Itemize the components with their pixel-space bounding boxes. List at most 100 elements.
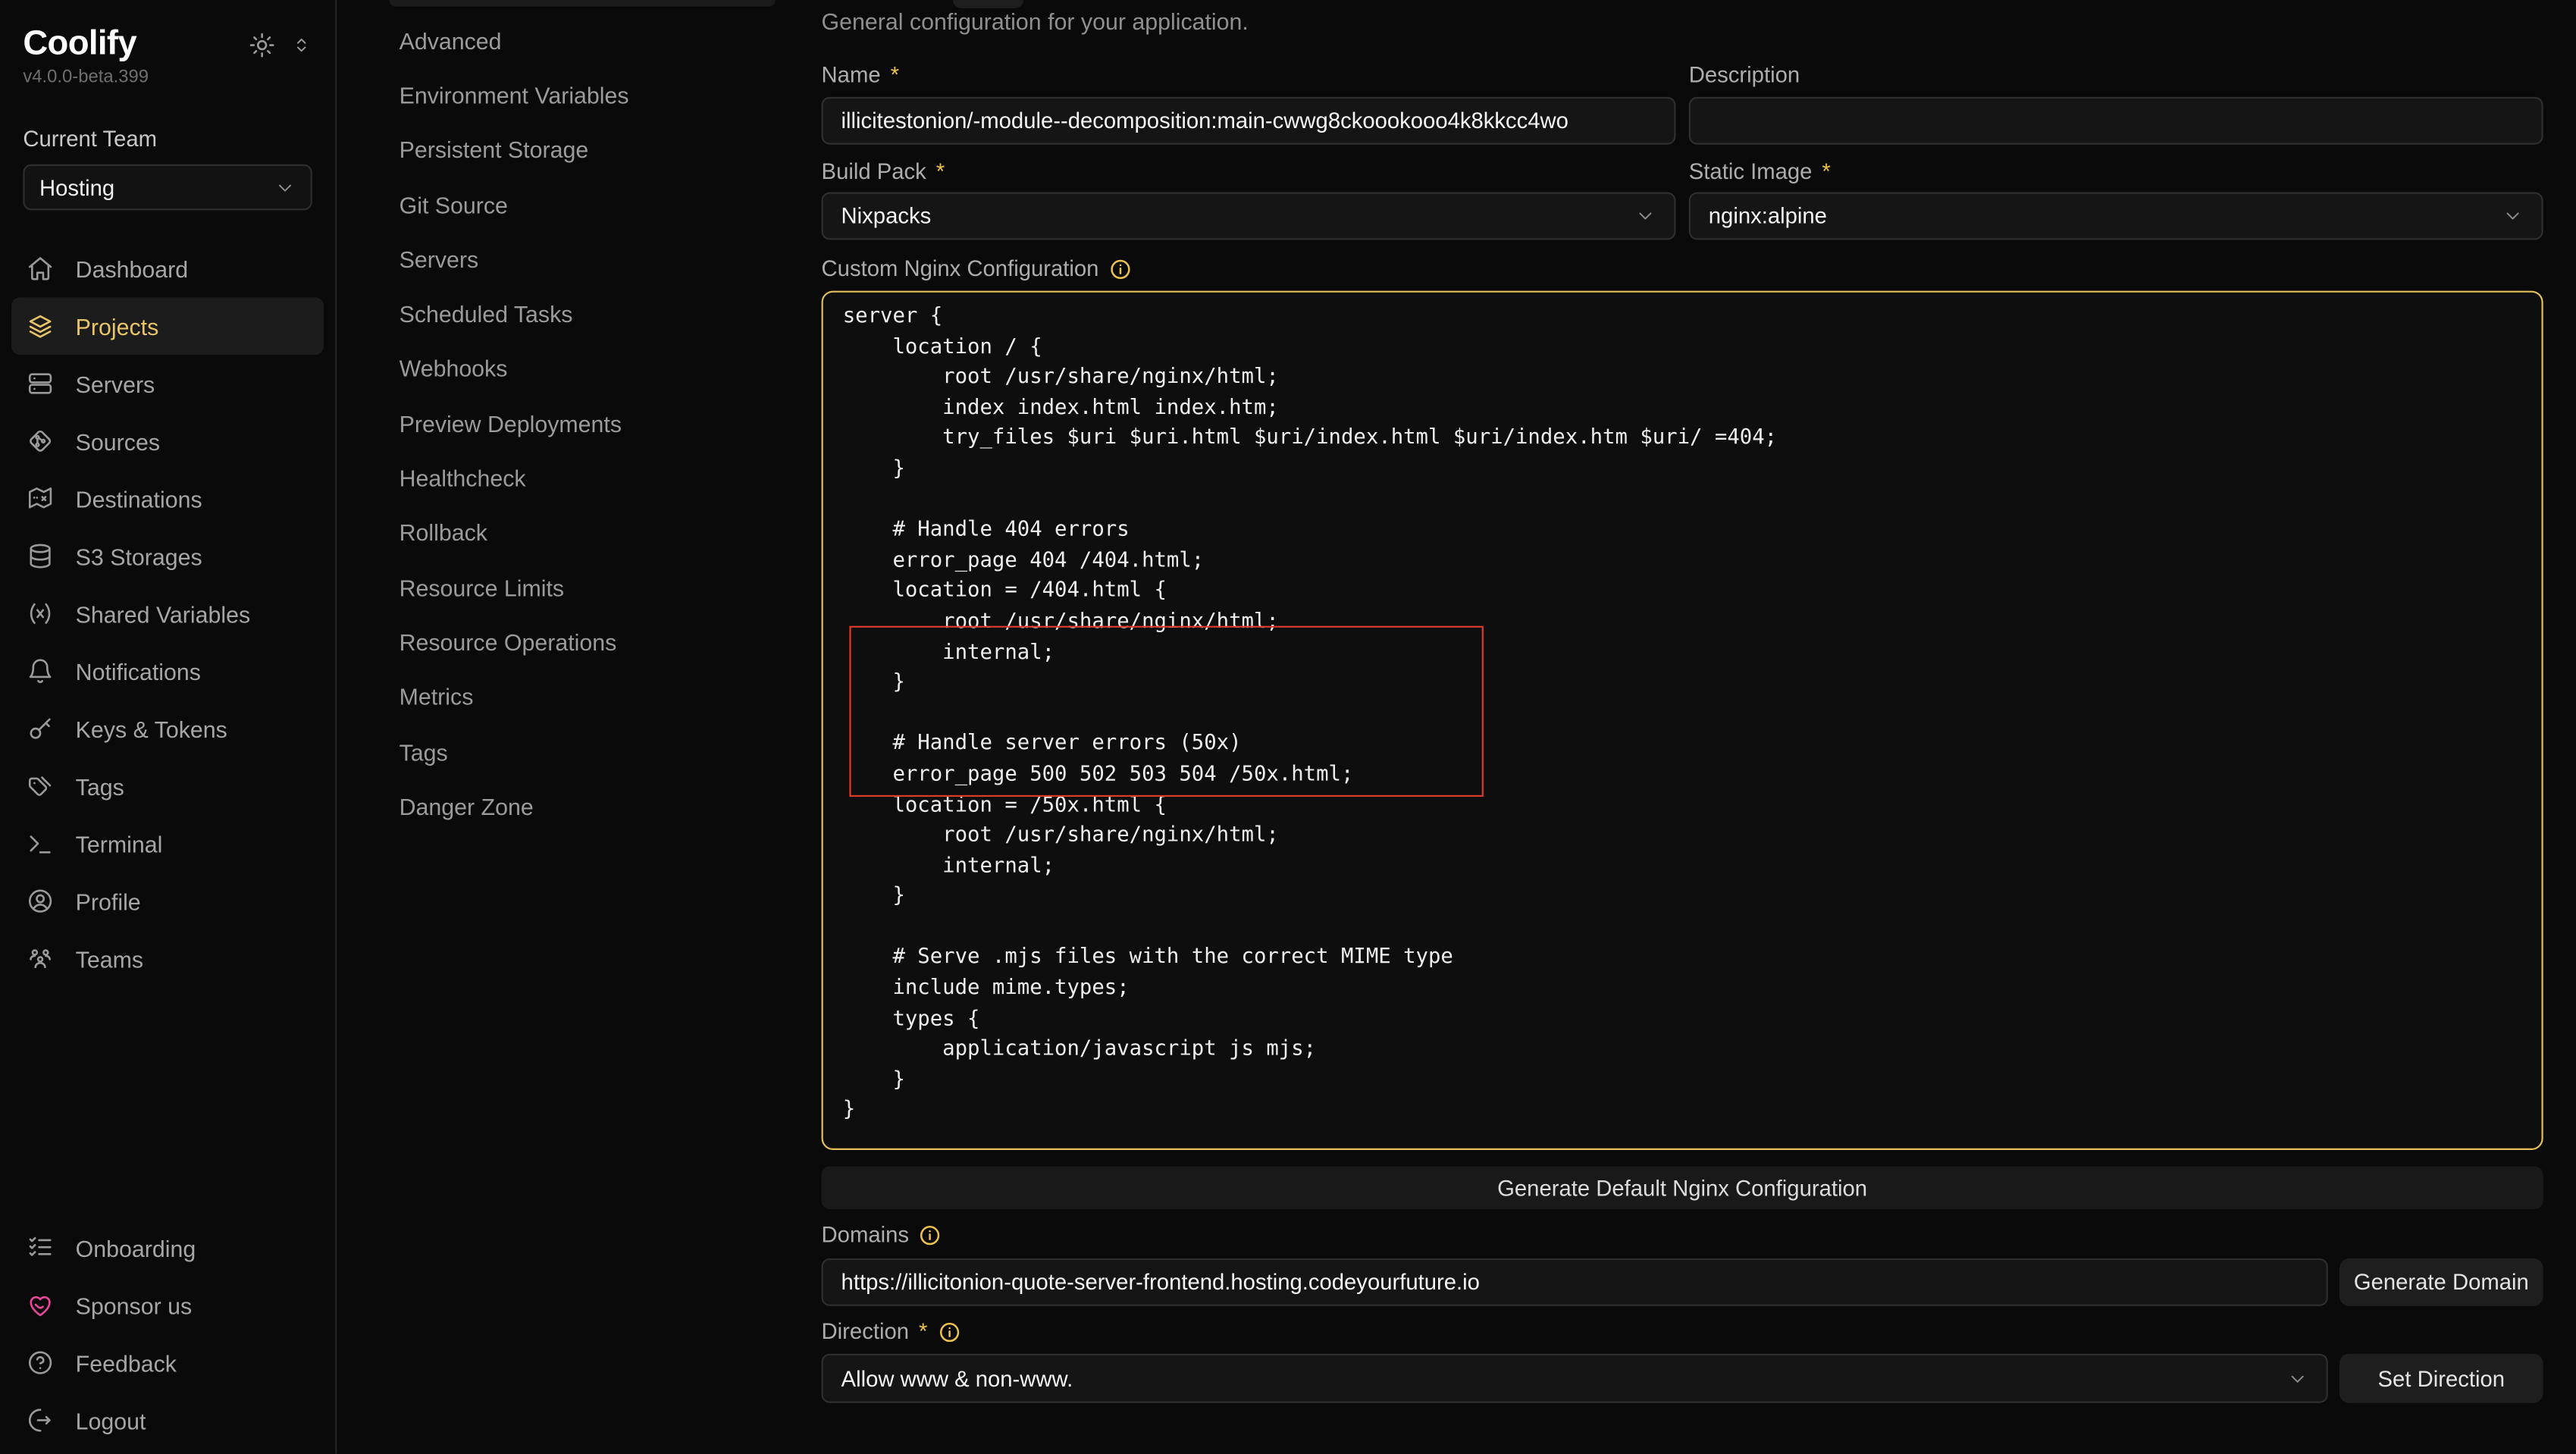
build-pack-label: Build Pack* [822,159,945,184]
static-image-label: Static Image* [1689,159,1831,184]
info-icon[interactable] [1108,257,1131,280]
tags-icon [27,772,55,801]
name-input[interactable]: illicitestonion/-module--decomposition:m… [822,97,1676,145]
app-version: v4.0.0-beta.399 [0,61,335,87]
help-circle-icon [27,1349,55,1377]
name-label: Name* [822,62,899,87]
direction-select[interactable]: Allow www & non-www. [822,1354,2328,1403]
current-team-label: Current Team [0,87,335,152]
sidebar-item-label: Notifications [76,658,201,685]
sidebar-item-label: Servers [76,371,155,397]
heart-icon [27,1292,55,1320]
sidebar-item-logout[interactable]: Logout [11,1392,324,1449]
sidebar-item-sponsor-us[interactable]: Sponsor us [11,1277,324,1334]
sidebar-item-label: Onboarding [76,1235,196,1261]
sidebar-nav: Dashboard Projects Servers Sources Destinati… [0,240,335,987]
sidebar-item-label: Logout [76,1408,146,1434]
sidebar-item-notifications[interactable]: Notifications [11,642,324,700]
generate-domain-button[interactable]: Generate Domain [2339,1258,2543,1306]
sidebar-item-label: Terminal [76,830,163,857]
subnav-item-preview-deployments[interactable]: Preview Deployments [400,396,822,450]
subnav-item-metrics[interactable]: Metrics [400,669,822,724]
sidebar-item-label: Tags [76,773,124,800]
chevron-down-icon [2287,1368,2308,1389]
subnav-item-servers[interactable]: Servers [400,232,822,287]
coolify-app: Coolify v4.0.0-beta.399 Current Team Hos… [0,0,2576,1454]
mime-type-highlight-box [849,626,1484,797]
subnav-item-healthcheck[interactable]: Healthcheck [400,451,822,506]
subnav-item-danger-zone[interactable]: Danger Zone [400,779,822,834]
team-select-value: Hosting [39,175,114,200]
sidebar-item-keys-tokens[interactable]: Keys & Tokens [11,700,324,757]
subnav-active-item-remnant[interactable] [390,0,776,7]
sun-icon[interactable] [248,31,276,59]
generate-default-nginx-button[interactable]: Generate Default Nginx Configuration [822,1167,2543,1209]
user-circle-icon [27,887,55,915]
map-icon [27,484,55,512]
sidebar: Coolify v4.0.0-beta.399 Current Team Hos… [0,0,337,1454]
subnav-item-git-source[interactable]: Git Source [400,177,822,232]
set-direction-button[interactable]: Set Direction [2339,1354,2543,1403]
sidebar-item-teams[interactable]: Teams [11,930,324,988]
description-input[interactable] [1689,97,2543,145]
sidebar-item-servers[interactable]: Servers [11,355,324,412]
subnav-item-resource-limits[interactable]: Resource Limits [400,560,822,615]
subnav-item-environment-variables[interactable]: Environment Variables [400,67,822,122]
domains-label: Domains [822,1222,942,1247]
settings-subnav: AdvancedEnvironment VariablesPersistent … [338,0,821,1454]
chevron-down-icon [2502,205,2523,227]
info-icon[interactable] [937,1320,960,1343]
team-select[interactable]: Hosting [23,165,312,211]
chevron-down-icon [1634,205,1656,227]
sidebar-item-label: Dashboard [76,255,188,282]
build-pack-select[interactable]: Nixpacks [822,193,1676,240]
chevrons-up-down-icon[interactable] [291,35,312,56]
subnav-item-tags[interactable]: Tags [400,724,822,779]
subnav-item-webhooks[interactable]: Webhooks [400,341,822,396]
sidebar-item-profile[interactable]: Profile [11,873,324,930]
database-icon [27,542,55,570]
logout-icon [27,1406,55,1434]
subnav-item-rollback[interactable]: Rollback [400,506,822,560]
git-branch-icon [27,427,55,455]
sidebar-item-label: Sources [76,428,160,455]
sidebar-item-terminal[interactable]: Terminal [11,815,324,873]
users-icon [27,945,55,973]
subnav-item-scheduled-tasks[interactable]: Scheduled Tasks [400,287,822,341]
sidebar-item-feedback[interactable]: Feedback [11,1334,324,1392]
domains-input[interactable]: https://illicitonion-quote-server-fronte… [822,1258,2328,1306]
direction-label: Direction* [822,1319,961,1344]
server-icon [27,370,55,398]
sidebar-item-label: Keys & Tokens [76,716,227,742]
nginx-config-label: Custom Nginx Configuration [822,256,1132,281]
app-logo: Coolify [23,27,136,61]
static-image-select[interactable]: nginx:alpine [1689,193,2543,240]
page-subtitle: General configuration for your applicati… [822,8,1249,35]
sidebar-item-label: Destinations [76,485,202,512]
description-label: Description [1689,62,1800,87]
info-icon[interactable] [919,1223,942,1246]
required-asterisk: * [1822,159,1830,184]
tab-remnant [953,0,1023,8]
subnav-item-persistent-storage[interactable]: Persistent Storage [400,123,822,177]
subnav-item-advanced[interactable]: Advanced [400,13,822,67]
required-asterisk: * [891,62,899,87]
bell-icon [27,657,55,685]
subnav-item-resource-operations[interactable]: Resource Operations [400,615,822,669]
sidebar-item-projects[interactable]: Projects [11,297,324,355]
sidebar-item-label: S3 Storages [76,543,202,569]
terminal-icon [27,829,55,857]
sidebar-item-label: Shared Variables [76,600,251,627]
home-icon [27,255,55,283]
required-asterisk: * [919,1319,927,1344]
sidebar-item-destinations[interactable]: Destinations [11,470,324,528]
sidebar-item-tags[interactable]: Tags [11,757,324,815]
sidebar-item-label: Projects [76,313,159,340]
sidebar-item-s3-storages[interactable]: S3 Storages [11,528,324,585]
sidebar-item-dashboard[interactable]: Dashboard [11,240,324,297]
key-icon [27,715,55,743]
sidebar-item-sources[interactable]: Sources [11,412,324,470]
sidebar-item-onboarding[interactable]: Onboarding [11,1219,324,1277]
sidebar-item-shared-variables[interactable]: Shared Variables [11,584,324,642]
sidebar-item-label: Sponsor us [76,1293,192,1319]
